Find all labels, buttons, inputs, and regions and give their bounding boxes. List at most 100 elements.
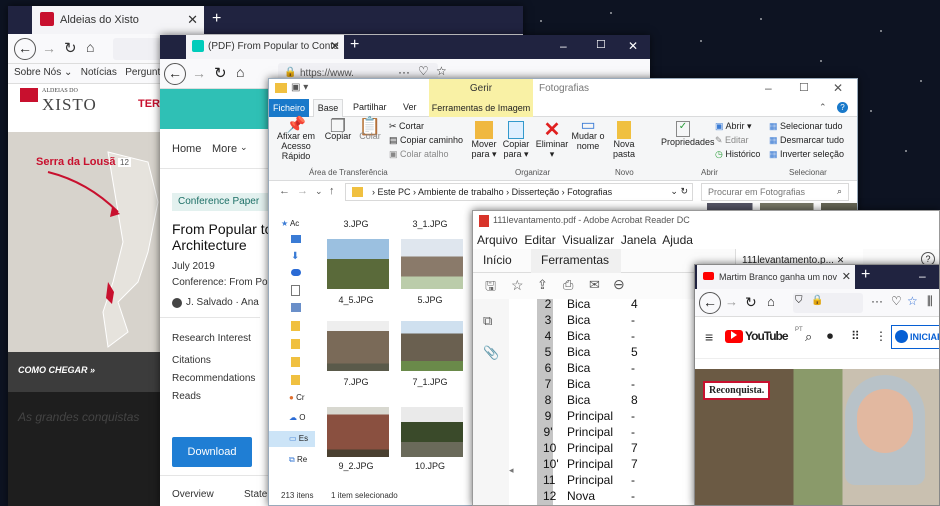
folder-icon[interactable]	[291, 357, 300, 367]
search-input[interactable]: Procurar em Fotografias ⌕	[701, 183, 849, 201]
downloads-icon[interactable]: ⬇	[291, 251, 299, 262]
save-icon[interactable]: 🖫	[485, 277, 496, 299]
file-label[interactable]: 4_5.JPG	[321, 295, 391, 305]
history-button[interactable]: ◷ Histórico	[715, 149, 760, 159]
close-window-icon[interactable]: ✕	[628, 39, 638, 53]
bookmark-noticias[interactable]: Notícias	[81, 67, 117, 78]
maximize-icon[interactable]: ☐	[799, 81, 809, 94]
manage-contextual-tab[interactable]: Gerir	[429, 79, 533, 99]
delete-button[interactable]: ✕ Eliminar ▾	[535, 120, 569, 159]
reload-icon[interactable]: ↻	[214, 64, 227, 82]
signin-button[interactable]: INICIAR S	[891, 325, 939, 349]
tab-aldeias[interactable]: Aldeias do Xisto ✕	[32, 6, 204, 34]
pages-icon[interactable]: ⧉	[483, 313, 492, 329]
library-icon[interactable]: ⫼	[927, 294, 933, 309]
chevron-up-icon[interactable]: ⌃	[819, 102, 827, 113]
ribbon-tab-file[interactable]: Ficheiro	[269, 99, 309, 117]
reads-label[interactable]: Reads	[172, 391, 201, 402]
folder-icon[interactable]	[291, 339, 300, 349]
crumb-photos[interactable]: Fotografias	[567, 187, 612, 197]
search-icon[interactable]: ⌕	[805, 329, 812, 345]
maximize-icon[interactable]: ☐	[596, 38, 606, 51]
thumbnail-7[interactable]	[327, 321, 389, 371]
menu-help[interactable]: Ajuda	[662, 233, 693, 247]
nav-onedrive[interactable]: ☁ O	[289, 413, 305, 422]
menu-view[interactable]: Visualizar	[562, 233, 614, 247]
close-tab-icon[interactable]: ✕	[330, 39, 340, 53]
nav-network[interactable]: ⧉ Re	[289, 455, 307, 465]
documents-icon[interactable]	[291, 285, 300, 296]
copy-button[interactable]: ❐ Copiar	[323, 117, 353, 141]
thumbnail-5[interactable]	[401, 239, 463, 289]
back-icon[interactable]: ←	[279, 185, 290, 197]
desktop-icon[interactable]	[291, 235, 301, 243]
file-label[interactable]: 7_1.JPG	[395, 377, 465, 387]
crumb-desktop[interactable]: Ambiente de trabalho	[418, 187, 504, 197]
tab-overview[interactable]: Overview	[172, 489, 214, 500]
thumbnail-7_1[interactable]	[401, 321, 463, 371]
file-label[interactable]: 5.JPG	[395, 295, 465, 305]
url-field[interactable]	[793, 293, 863, 313]
back-icon[interactable]: ←	[14, 38, 36, 60]
forward-icon[interactable]: →	[42, 40, 56, 56]
close-tab-icon[interactable]: ✕	[841, 270, 851, 283]
back-icon[interactable]: ←	[164, 63, 186, 85]
forward-icon[interactable]: →	[192, 65, 206, 81]
select-none-button[interactable]: ▦ Desmarcar tudo	[769, 135, 844, 145]
home-icon[interactable]: ⌂	[767, 294, 775, 309]
file-label[interactable]: 3.JPG	[321, 219, 391, 229]
tab-researchgate[interactable]: (PDF) From Popular to Conte ✕	[186, 35, 344, 59]
file-label[interactable]: 10.JPG	[395, 461, 465, 471]
nav-item-partial[interactable]: TER	[138, 98, 160, 110]
mail-icon[interactable]: ✉	[589, 277, 600, 293]
new-tab-icon[interactable]: +	[861, 266, 870, 284]
ribbon-tab-image-tools[interactable]: Ferramentas de Imagem	[429, 99, 533, 117]
pictures-icon[interactable]	[291, 303, 301, 312]
file-label[interactable]: 9_2.JPG	[321, 461, 391, 471]
close-window-icon[interactable]: ✕	[833, 81, 843, 95]
apps-grid-icon[interactable]: ⠿	[851, 329, 860, 343]
back-icon[interactable]: ←	[699, 292, 721, 314]
close-tab-icon[interactable]: ✕	[187, 12, 198, 28]
crumb-this-pc[interactable]: Este PC	[378, 187, 411, 197]
recent-chevron-icon[interactable]: ⌄	[315, 186, 323, 197]
tab-stats[interactable]: State	[244, 489, 267, 500]
forward-icon[interactable]: →	[297, 185, 308, 197]
nav-this-pc[interactable]: ▭ Es	[269, 431, 315, 447]
nav-quick-access[interactable]: ★ Ac	[281, 219, 299, 228]
rename-button[interactable]: ▭ Mudar o nome	[571, 118, 605, 152]
minimize-icon[interactable]: –	[560, 39, 567, 53]
thumbnail-10[interactable]	[401, 407, 463, 457]
more-vert-icon[interactable]: ⋮	[875, 329, 887, 343]
file-label[interactable]: 3_1.JPG	[395, 219, 465, 229]
paper-conference[interactable]: Conference: From Popu	[172, 277, 279, 288]
help-icon[interactable]: ?	[837, 102, 848, 113]
cut-button[interactable]: ✂ Cortar	[389, 121, 424, 131]
paste-button[interactable]: 📋 Colar	[355, 117, 385, 141]
como-chegar-link[interactable]: COMO CHEGAR »	[18, 365, 95, 375]
pin-quick-access-button[interactable]: 📌 Afixar em Acesso Rápido	[273, 118, 319, 162]
tab-home[interactable]: Início	[483, 253, 512, 267]
recommendations-label[interactable]: Recommendations	[172, 373, 255, 384]
invert-selection-button[interactable]: ▦ Inverter seleção	[769, 149, 844, 159]
video-player[interactable]: Reconquista.	[695, 369, 939, 505]
reload-icon[interactable]: ↻	[64, 39, 77, 57]
select-all-button[interactable]: ▦ Selecionar tudo	[769, 121, 843, 131]
nav-more-link[interactable]: More	[212, 143, 237, 155]
forward-icon[interactable]: →	[725, 294, 738, 309]
create-video-icon[interactable]: ⏺	[827, 329, 833, 344]
citations-label[interactable]: Citations	[172, 355, 211, 366]
up-icon[interactable]: ↑	[329, 185, 335, 197]
paste-shortcut-button[interactable]: ▣ Colar atalho	[389, 149, 449, 159]
page-actions-icon[interactable]: ···	[398, 65, 410, 79]
attachment-icon[interactable]: 📎	[483, 345, 499, 361]
bookmark-star-icon[interactable]: ☆	[511, 277, 524, 294]
properties-button[interactable]: ✓ Propriedades	[661, 121, 715, 147]
tab-tools[interactable]: Ferramentas	[531, 249, 621, 273]
refresh-icon[interactable]: ⌄ ↻	[670, 186, 688, 197]
map-label[interactable]: Serra da Lousã	[36, 156, 115, 168]
youtube-logo-text[interactable]: YouTube	[745, 329, 789, 343]
copy-to-button[interactable]: Copiar para ▾	[501, 121, 531, 159]
map-area[interactable]: Serra da Lousã 12	[8, 132, 160, 352]
bookmark-sobre[interactable]: Sobre Nós ⌄	[14, 67, 72, 78]
